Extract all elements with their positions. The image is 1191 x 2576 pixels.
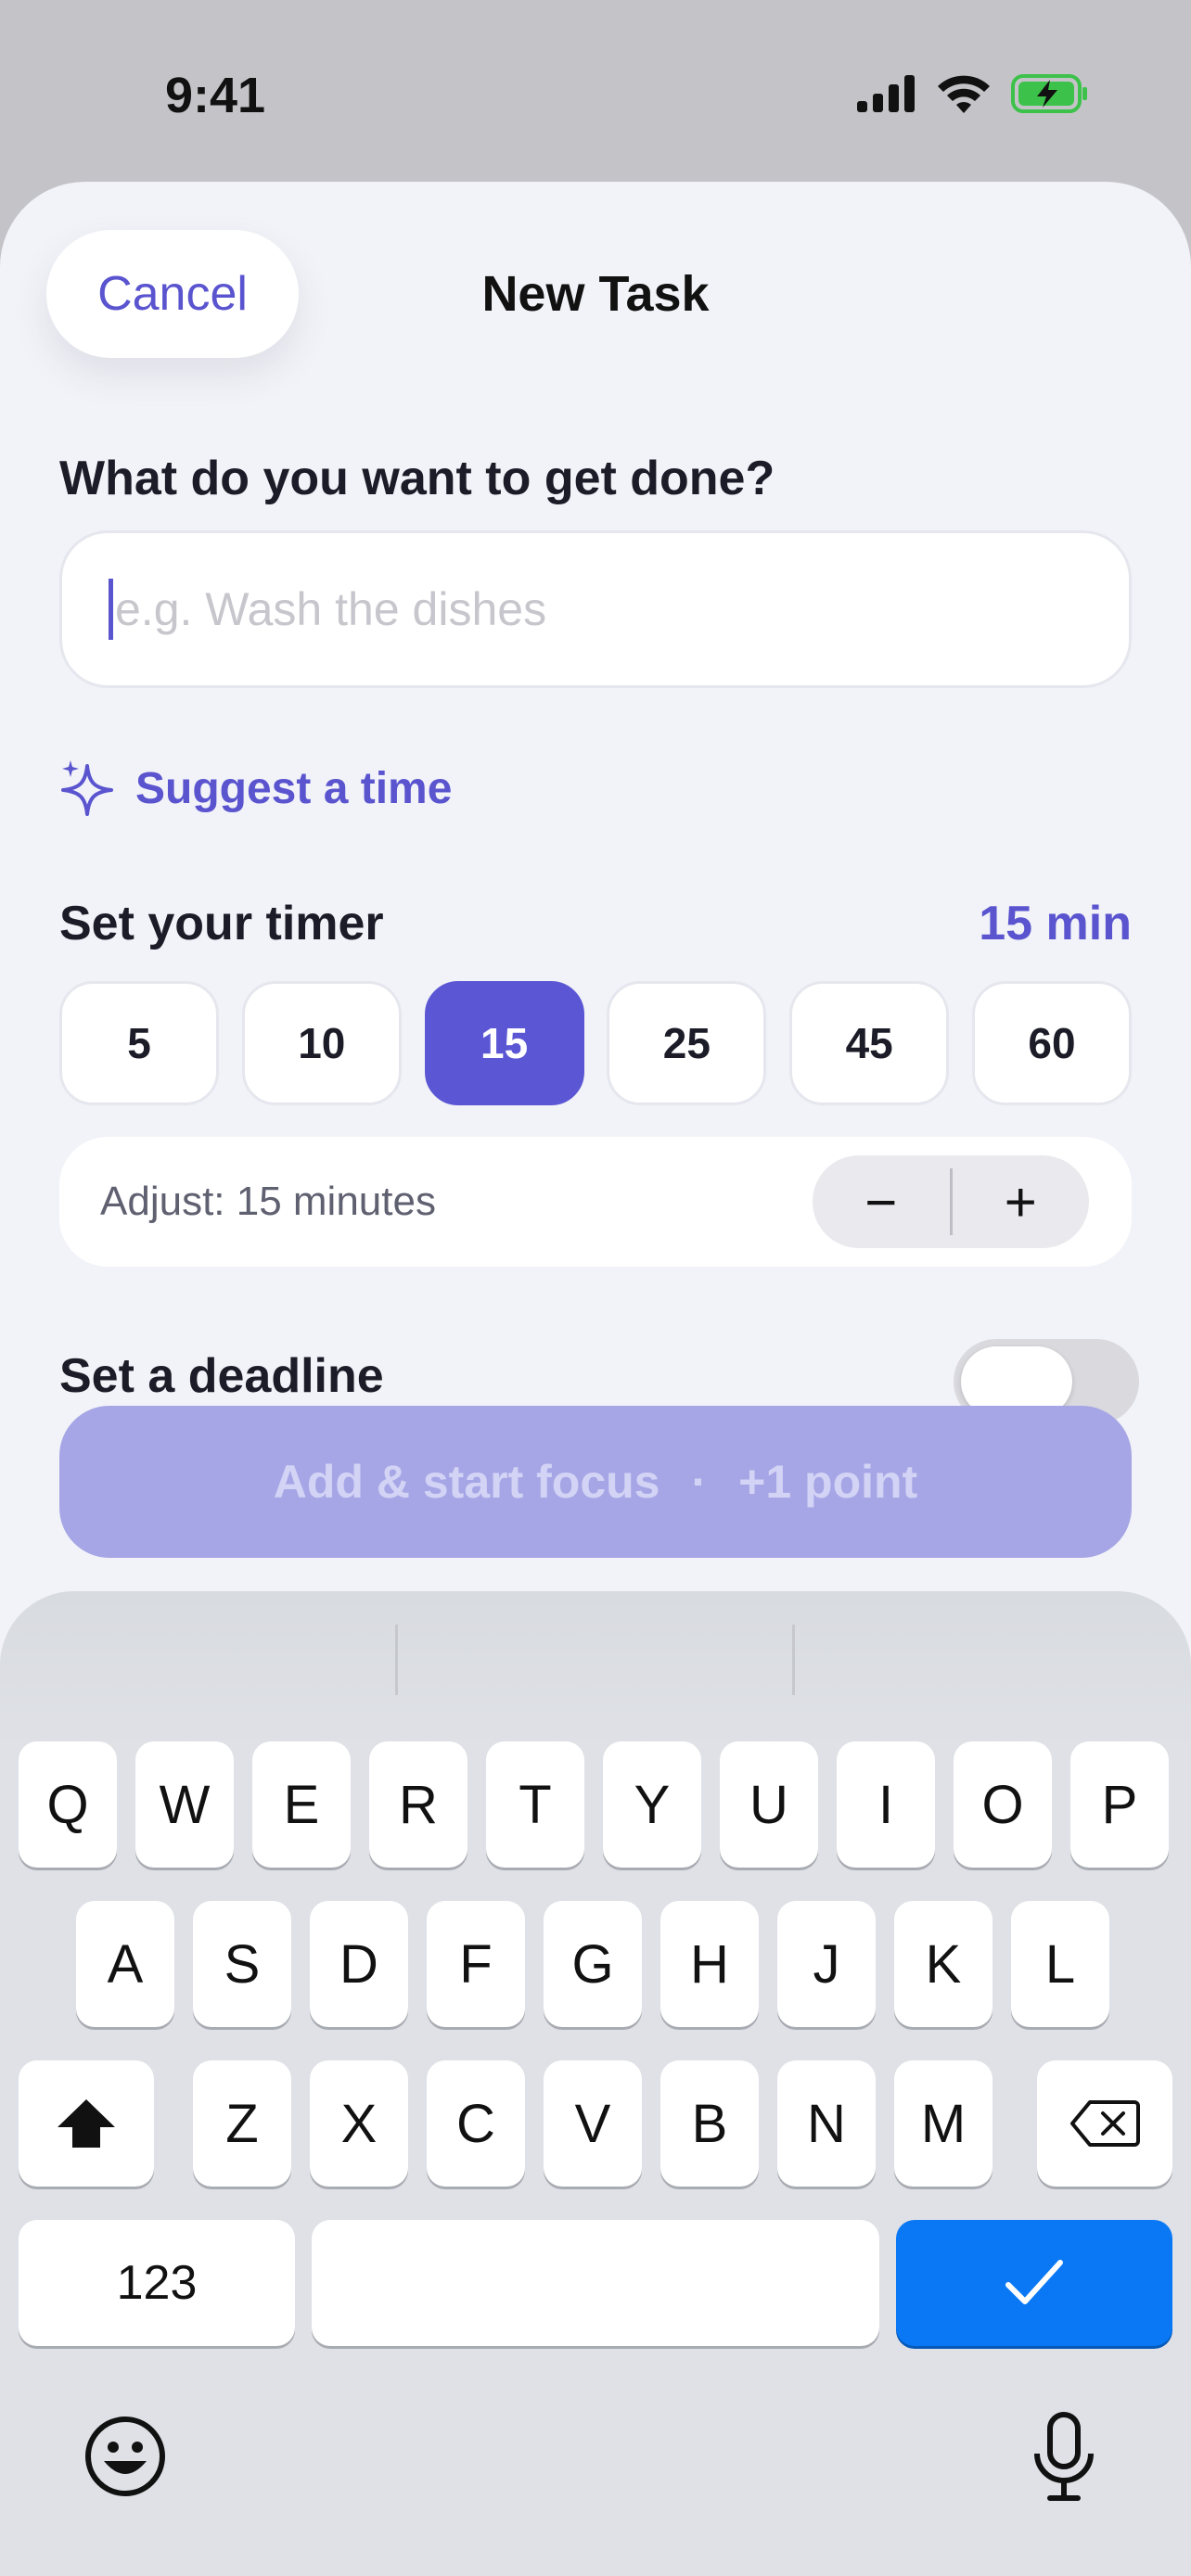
sparkle-icon bbox=[61, 760, 113, 816]
add-start-focus-button[interactable]: Add & start focus · +1 point bbox=[59, 1406, 1132, 1558]
key-h[interactable]: H bbox=[660, 1901, 759, 2027]
done-key[interactable] bbox=[896, 2220, 1172, 2346]
deadline-label: Set a deadline bbox=[59, 1349, 384, 1403]
predictive-bar bbox=[0, 1591, 1191, 1749]
text-caret bbox=[109, 579, 113, 640]
shift-icon bbox=[58, 2099, 115, 2148]
task-question-label: What do you want to get done? bbox=[59, 452, 775, 505]
key-a[interactable]: A bbox=[76, 1901, 174, 2027]
status-bar: 9:41 bbox=[0, 0, 1191, 182]
battery-charging-icon bbox=[1011, 74, 1087, 113]
key-r[interactable]: R bbox=[369, 1741, 467, 1868]
space-key[interactable] bbox=[312, 2220, 879, 2346]
key-w[interactable]: W bbox=[135, 1741, 234, 1868]
key-n[interactable]: N bbox=[777, 2060, 876, 2187]
key-v[interactable]: V bbox=[544, 2060, 642, 2187]
wifi-icon bbox=[938, 75, 990, 113]
key-j[interactable]: J bbox=[777, 1901, 876, 2027]
key-o[interactable]: O bbox=[954, 1741, 1052, 1868]
cta-separator: · bbox=[691, 1456, 708, 1508]
key-m[interactable]: M bbox=[894, 2060, 992, 2187]
cta-label: Add & start focus bbox=[273, 1456, 660, 1508]
predictive-divider bbox=[395, 1625, 398, 1695]
key-b[interactable]: B bbox=[660, 2060, 759, 2187]
key-u[interactable]: U bbox=[720, 1741, 818, 1868]
adjust-label: Adjust: 15 minutes bbox=[100, 1179, 436, 1224]
emoji-icon[interactable] bbox=[83, 2415, 167, 2498]
key-d[interactable]: D bbox=[310, 1901, 408, 2027]
timer-adjust-row: Adjust: 15 minutes − + bbox=[59, 1137, 1132, 1267]
status-icons bbox=[857, 74, 1089, 113]
timer-preset-chips: 5 10 15 25 45 60 bbox=[59, 981, 1132, 1105]
task-input-container[interactable] bbox=[59, 530, 1132, 688]
shift-key[interactable] bbox=[19, 2060, 154, 2187]
on-screen-keyboard: Q W E R T Y U I O P A S D F G H J K L Z … bbox=[0, 1591, 1191, 2576]
key-y[interactable]: Y bbox=[603, 1741, 701, 1868]
microphone-icon[interactable] bbox=[1031, 2411, 1096, 2504]
timer-stepper: − + bbox=[813, 1155, 1089, 1248]
cellular-signal-icon bbox=[857, 75, 915, 112]
key-k[interactable]: K bbox=[894, 1901, 992, 2027]
suggest-time-label: Suggest a time bbox=[135, 763, 453, 813]
timer-value: 15 min bbox=[979, 897, 1132, 950]
key-p[interactable]: P bbox=[1070, 1741, 1169, 1868]
key-f[interactable]: F bbox=[427, 1901, 525, 2027]
numbers-key[interactable]: 123 bbox=[19, 2220, 295, 2346]
key-s[interactable]: S bbox=[193, 1901, 291, 2027]
page-title: New Task bbox=[481, 266, 710, 322]
backspace-icon bbox=[1070, 2100, 1140, 2147]
timer-preset-chip[interactable]: 25 bbox=[607, 981, 767, 1105]
suggest-time-button[interactable]: Suggest a time bbox=[59, 759, 452, 818]
delete-key[interactable] bbox=[1037, 2060, 1172, 2187]
timer-preset-chip[interactable]: 60 bbox=[971, 981, 1132, 1105]
task-name-input[interactable] bbox=[115, 582, 1043, 636]
key-l[interactable]: L bbox=[1011, 1901, 1109, 2027]
key-c[interactable]: C bbox=[427, 2060, 525, 2187]
timer-preset-chip[interactable]: 45 bbox=[789, 981, 950, 1105]
timer-preset-chip-selected[interactable]: 15 bbox=[424, 981, 584, 1105]
timer-label: Set your timer bbox=[59, 897, 384, 950]
timer-preset-chip[interactable]: 10 bbox=[241, 981, 402, 1105]
status-time: 9:41 bbox=[165, 68, 266, 123]
key-e[interactable]: E bbox=[252, 1741, 351, 1868]
checkmark-icon bbox=[1005, 2260, 1063, 2304]
key-i[interactable]: I bbox=[837, 1741, 935, 1868]
decrement-button[interactable]: − bbox=[813, 1155, 950, 1248]
key-g[interactable]: G bbox=[544, 1901, 642, 2027]
cta-points: +1 point bbox=[738, 1456, 918, 1508]
timer-preset-chip[interactable]: 5 bbox=[59, 981, 219, 1105]
key-z[interactable]: Z bbox=[193, 2060, 291, 2187]
key-q[interactable]: Q bbox=[19, 1741, 117, 1868]
increment-button[interactable]: + bbox=[953, 1155, 1090, 1248]
predictive-divider bbox=[792, 1625, 795, 1695]
key-x[interactable]: X bbox=[310, 2060, 408, 2187]
key-t[interactable]: T bbox=[486, 1741, 584, 1868]
